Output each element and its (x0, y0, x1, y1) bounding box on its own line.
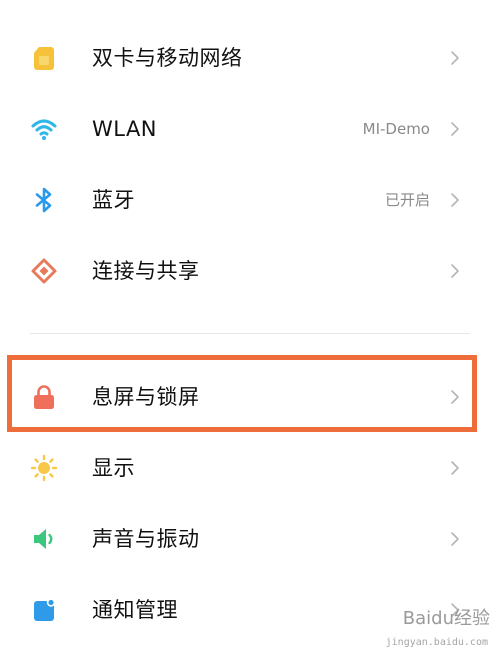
watermark-logo: Baidu经验 (402, 608, 490, 629)
bluetooth-icon (35, 187, 52, 213)
settings-item-sound[interactable]: 声音与振动 (0, 509, 500, 569)
chevron-right-icon (451, 51, 459, 65)
sim-card-icon (34, 47, 54, 70)
section-divider (30, 333, 470, 334)
settings-item-bluetooth[interactable]: 蓝牙 已开启 (0, 170, 500, 230)
chevron-right-icon (451, 193, 459, 207)
settings-item-label: 蓝牙 (92, 188, 135, 212)
settings-item-label: 显示 (92, 456, 135, 480)
settings-item-wlan[interactable]: WLAN MI-Demo (0, 99, 500, 159)
wifi-icon (31, 119, 57, 140)
highlight-box (7, 355, 477, 432)
chevron-right-icon (451, 264, 459, 278)
settings-item-label: 声音与振动 (92, 527, 200, 551)
speaker-icon (34, 529, 53, 549)
chevron-right-icon (451, 122, 459, 136)
settings-item-display[interactable]: 显示 (0, 438, 500, 498)
chevron-right-icon (451, 532, 459, 546)
settings-item-label: 双卡与移动网络 (92, 46, 243, 70)
connection-sharing-icon (31, 258, 57, 284)
settings-item-label: 连接与共享 (92, 259, 200, 283)
notification-icon (34, 598, 56, 621)
settings-item-label: WLAN (92, 117, 158, 141)
sun-icon (30, 454, 58, 482)
chevron-right-icon (451, 461, 459, 475)
wlan-network-name: MI-Demo (362, 120, 430, 138)
settings-item-dual-sim[interactable]: 双卡与移动网络 (0, 28, 500, 88)
settings-item-connection-sharing[interactable]: 连接与共享 (0, 241, 500, 301)
settings-item-label: 通知管理 (92, 598, 178, 622)
watermark-url: jingyan.baidu.com (385, 637, 488, 648)
bluetooth-status: 已开启 (384, 191, 430, 209)
